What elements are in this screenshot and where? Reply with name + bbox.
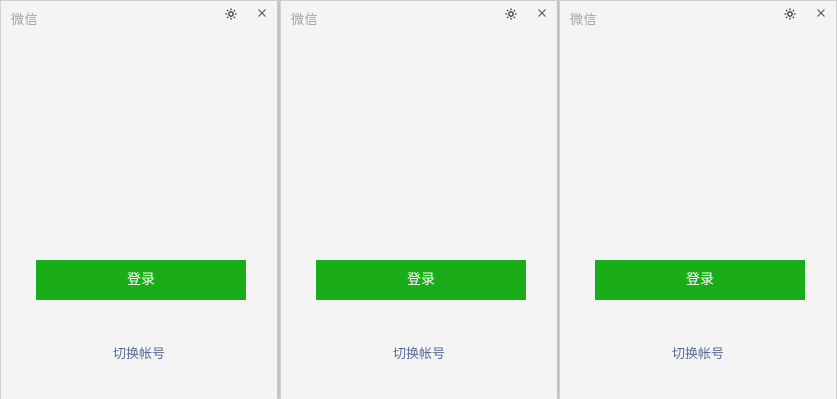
close-button[interactable] (255, 6, 269, 20)
close-icon (255, 6, 269, 20)
switch-account-link[interactable]: 切换帐号 (281, 343, 557, 362)
login-button[interactable]: 登录 (316, 260, 526, 300)
window-title: 微信 (11, 13, 39, 28)
wechat-login-window: 微信 登录 切换帐号 (0, 0, 278, 399)
close-button[interactable] (535, 6, 549, 20)
settings-button[interactable] (223, 6, 239, 22)
settings-button[interactable] (782, 6, 798, 22)
close-icon (814, 6, 828, 20)
gear-icon (782, 6, 798, 22)
close-icon (535, 6, 549, 20)
gear-icon (223, 6, 239, 22)
window-title: 微信 (291, 13, 319, 28)
wechat-login-window: 微信 登录 切换帐号 (559, 0, 837, 399)
screen: 微信 登录 切换帐号 微信 登录 切换帐号 微信 登录 切换帐号 (0, 0, 837, 399)
wechat-login-window: 微信 登录 切换帐号 (280, 0, 558, 399)
close-button[interactable] (814, 6, 828, 20)
switch-account-link[interactable]: 切换帐号 (560, 343, 836, 362)
gear-icon (503, 6, 519, 22)
window-title: 微信 (570, 13, 598, 28)
login-button[interactable]: 登录 (36, 260, 246, 300)
switch-account-link[interactable]: 切换帐号 (1, 343, 277, 362)
settings-button[interactable] (503, 6, 519, 22)
login-button[interactable]: 登录 (595, 260, 805, 300)
